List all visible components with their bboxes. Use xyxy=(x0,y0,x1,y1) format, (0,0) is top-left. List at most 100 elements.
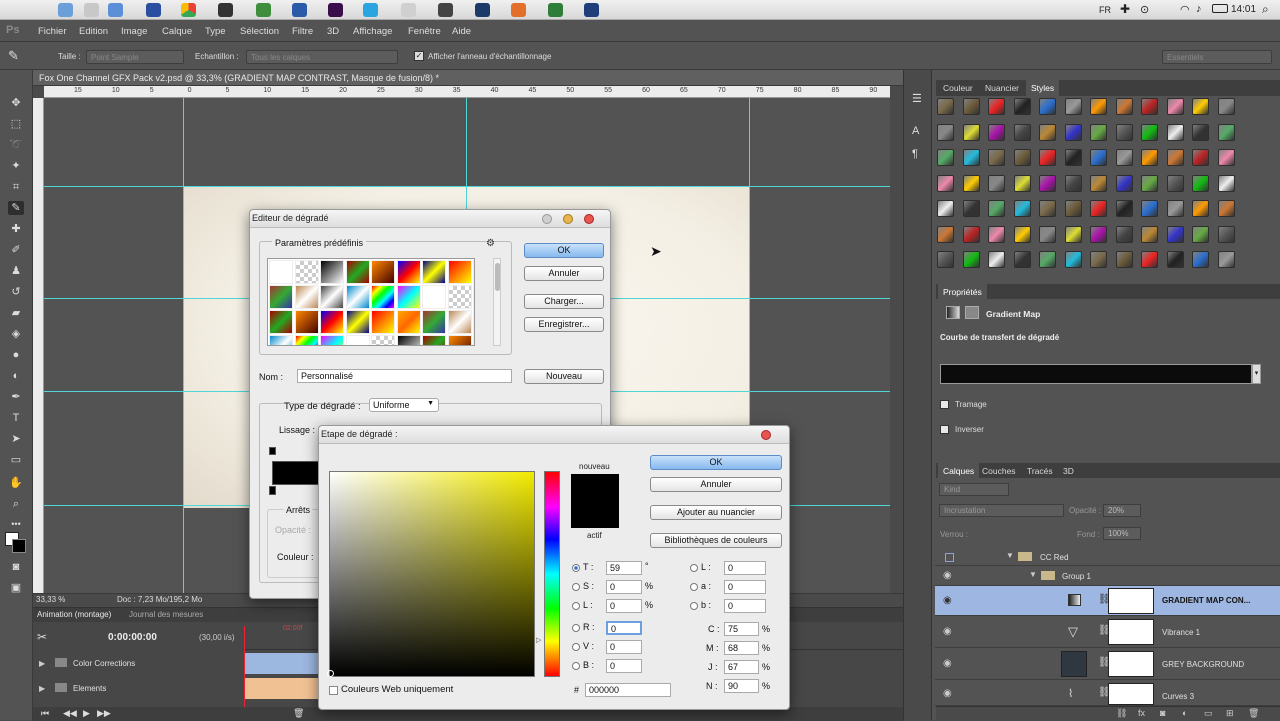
gradient-preset[interactable] xyxy=(422,285,446,309)
style-swatch[interactable] xyxy=(988,149,1005,166)
style-swatch[interactable] xyxy=(1039,123,1056,141)
style-swatch[interactable] xyxy=(1115,123,1133,141)
reverse-checkbox[interactable] xyxy=(940,425,949,434)
style-swatch[interactable] xyxy=(1090,123,1107,141)
gradient-preset[interactable] xyxy=(269,260,293,284)
excel-icon[interactable] xyxy=(256,3,271,17)
color-libraries-button[interactable]: Bibliothèques de couleurs xyxy=(650,533,782,548)
style-swatch[interactable] xyxy=(1064,98,1082,115)
track-name[interactable]: Elements xyxy=(73,684,106,693)
layer-filter-select[interactable]: Kind xyxy=(939,483,1009,496)
gradient-preset[interactable] xyxy=(371,310,395,334)
mask-thumbnail[interactable] xyxy=(1108,619,1154,645)
blur-tool-icon[interactable]: ● xyxy=(8,348,24,362)
stamp-tool-icon[interactable]: ♟ xyxy=(8,264,24,278)
style-swatch[interactable] xyxy=(1141,123,1158,141)
style-swatch[interactable] xyxy=(1217,200,1235,217)
tab-measurement-log[interactable]: Journal des mesures xyxy=(129,610,203,619)
menu-edition[interactable]: Edition xyxy=(79,26,108,37)
spotlight-icon[interactable]: ⌕ xyxy=(1262,2,1269,17)
style-swatch[interactable] xyxy=(1064,149,1082,166)
style-swatch[interactable] xyxy=(1115,225,1133,243)
opacity-stop-icon[interactable] xyxy=(269,447,276,455)
ok-button[interactable]: OK xyxy=(524,243,604,258)
track-clip-blue[interactable] xyxy=(245,653,320,674)
gradient-preset[interactable] xyxy=(320,335,344,345)
red-field[interactable]: 0 xyxy=(606,621,642,635)
layer-thumbnail[interactable] xyxy=(1061,651,1087,677)
style-swatch[interactable] xyxy=(1064,174,1082,192)
style-swatch[interactable] xyxy=(988,200,1005,217)
mask-thumbnail[interactable] xyxy=(1108,588,1154,614)
brightness-radio[interactable] xyxy=(572,602,580,610)
style-swatch[interactable] xyxy=(1141,98,1158,115)
finder-icon[interactable] xyxy=(58,3,73,17)
style-swatch[interactable] xyxy=(1217,123,1235,141)
volume-icon[interactable]: ♪ xyxy=(1196,3,1202,15)
wifi-icon[interactable]: ◠ xyxy=(1180,3,1190,16)
blend-mode-select[interactable]: Incrustation xyxy=(939,504,1064,517)
style-swatch[interactable] xyxy=(1115,149,1133,166)
color-picker-titlebar[interactable]: Etape de dégradé : xyxy=(319,426,789,444)
marquee-tool-icon[interactable]: ⬚ xyxy=(8,117,24,131)
gradient-preset[interactable] xyxy=(320,285,344,309)
opacity-field[interactable]: 20% xyxy=(1103,504,1141,517)
style-swatch[interactable] xyxy=(1115,98,1133,115)
play-icon[interactable]: ▶ xyxy=(83,708,90,719)
crop-tool-icon[interactable]: ⌗ xyxy=(8,180,24,194)
add-mask-icon[interactable]: ◙ xyxy=(1160,708,1165,718)
zoom-level[interactable]: 33,33 % xyxy=(36,595,65,604)
style-swatch[interactable] xyxy=(988,251,1005,268)
tab-layers[interactable]: Calques xyxy=(938,463,980,478)
minimize-button[interactable] xyxy=(542,214,552,224)
style-swatch[interactable] xyxy=(1115,200,1133,217)
eye-icon[interactable]: ◉ xyxy=(943,626,952,637)
style-swatch[interactable] xyxy=(962,174,980,192)
next-frame-icon[interactable]: ▶▶ xyxy=(97,708,111,719)
presets-scrollbar[interactable] xyxy=(493,258,501,346)
style-swatch[interactable] xyxy=(1166,174,1184,192)
word-icon[interactable] xyxy=(292,3,307,17)
style-swatch[interactable] xyxy=(1192,123,1209,141)
layer-row[interactable]: ▼ CC Red xyxy=(935,548,1280,566)
style-swatch[interactable] xyxy=(962,123,980,141)
style-swatch[interactable] xyxy=(1039,174,1056,192)
photoshop-icon[interactable] xyxy=(584,3,599,17)
gradient-preset[interactable] xyxy=(371,285,395,309)
gradient-preset[interactable] xyxy=(345,335,370,345)
history-brush-icon[interactable]: ↺ xyxy=(8,285,24,299)
app-icon[interactable] xyxy=(475,3,490,17)
saturation-field[interactable]: 0 xyxy=(606,580,642,594)
layer-row[interactable]: ◉ ⛓ GREY BACKGROUND xyxy=(935,648,1280,680)
lab-b-radio[interactable] xyxy=(690,602,698,610)
hand-tool-icon[interactable]: ✋ xyxy=(8,476,24,490)
style-swatch[interactable] xyxy=(1192,174,1209,192)
input-language[interactable]: FR xyxy=(1099,5,1111,15)
menu-extra-icon[interactable]: ⊙ xyxy=(1140,3,1149,16)
gradient-preset[interactable] xyxy=(447,335,472,345)
save-button[interactable]: Enregistrer... xyxy=(524,317,604,332)
size-select[interactable]: Point Sample xyxy=(86,50,184,64)
prev-frame-icon[interactable]: ◀◀ xyxy=(63,708,77,719)
gradient-preset[interactable] xyxy=(345,260,370,284)
type-tool-icon[interactable]: T xyxy=(8,411,24,425)
pen-tool-icon[interactable]: ✒ xyxy=(8,390,24,404)
style-swatch[interactable] xyxy=(1115,251,1133,268)
layer-row[interactable]: ◉ ▼ Group 1 xyxy=(935,566,1280,586)
brush-tool-icon[interactable]: ✐ xyxy=(8,243,24,257)
green-field[interactable]: 0 xyxy=(606,640,642,654)
tab-channels[interactable]: Couches xyxy=(977,463,1021,479)
style-swatch[interactable] xyxy=(1217,225,1235,243)
ring-checkbox[interactable]: ✓ xyxy=(414,51,424,61)
new-button[interactable]: Nouveau xyxy=(524,369,604,384)
style-swatch[interactable] xyxy=(1090,200,1107,217)
dither-checkbox[interactable] xyxy=(940,400,949,409)
gradient-editor-titlebar[interactable]: Editeur de dégradé xyxy=(250,210,610,228)
layer-row[interactable]: ◉ ⌇ ⛓ Curves 3 xyxy=(935,680,1280,706)
style-swatch[interactable] xyxy=(1039,251,1056,268)
history-icon[interactable]: ☰ xyxy=(912,92,922,105)
gradient-preset[interactable] xyxy=(269,335,293,345)
style-swatch[interactable] xyxy=(1039,98,1056,115)
gradient-preset[interactable] xyxy=(447,285,472,309)
menu-aide[interactable]: Aide xyxy=(452,26,471,37)
